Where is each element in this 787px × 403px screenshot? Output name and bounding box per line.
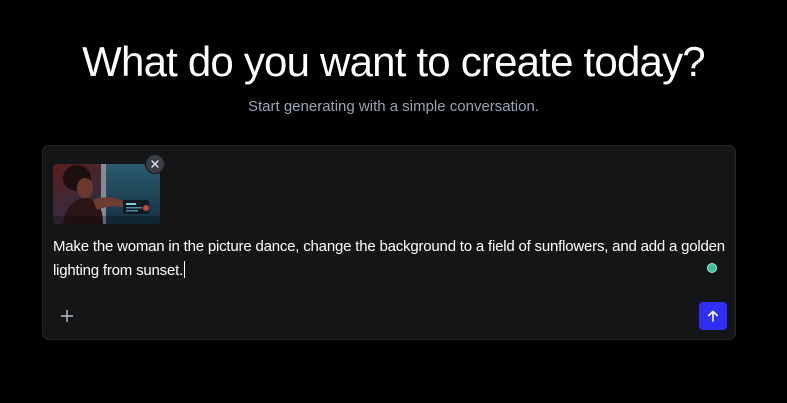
add-attachment-button[interactable] [56,305,78,327]
page-title: What do you want to create today? [82,38,705,85]
status-dot-icon [707,263,717,273]
prompt-input[interactable]: Make the woman in the picture dance, cha… [53,235,733,283]
close-icon [151,160,159,168]
attached-image [53,164,160,224]
page-subtitle: Start generating with a simple conversat… [248,98,539,115]
prompt-composer: Make the woman in the picture dance, cha… [42,145,736,340]
text-caret [184,261,186,278]
send-button[interactable] [699,302,727,330]
attached-image-thumbnail[interactable] [53,164,160,224]
remove-attachment-button[interactable] [145,154,165,174]
arrow-up-icon [708,310,718,322]
plus-icon [60,309,74,323]
prompt-input-text: Make the woman in the picture dance, cha… [53,238,725,279]
